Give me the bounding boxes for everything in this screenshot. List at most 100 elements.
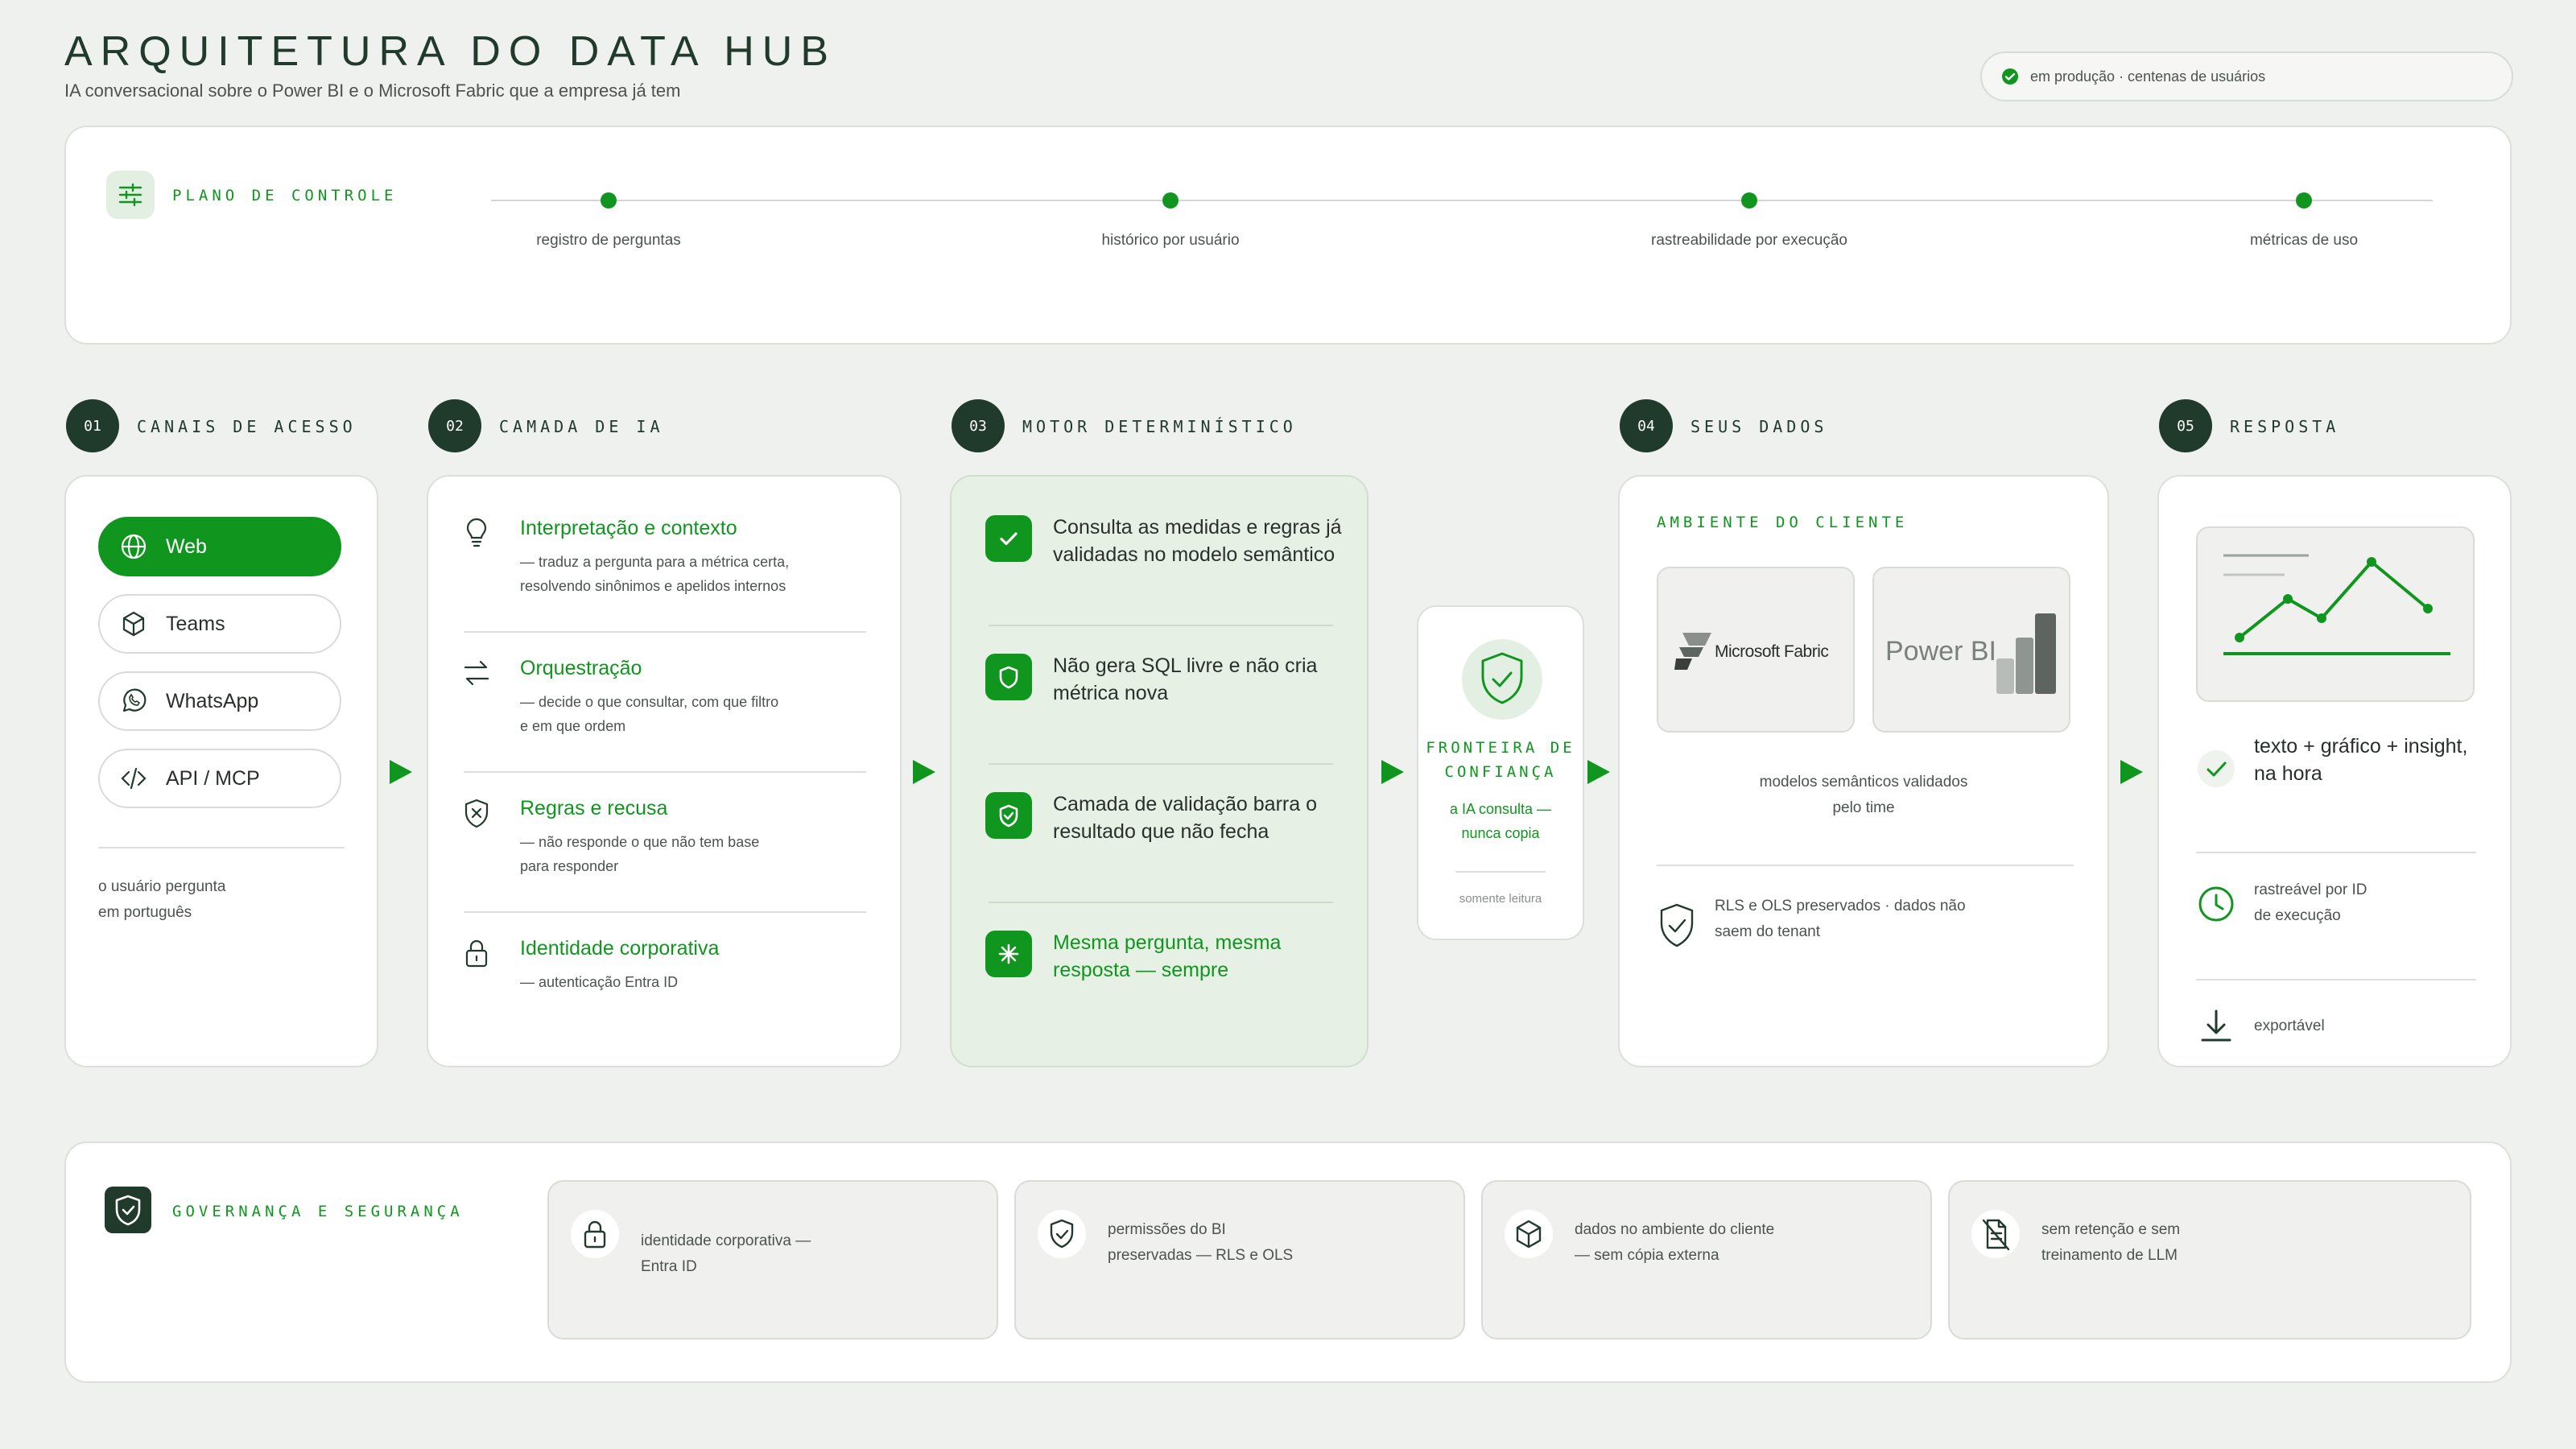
engine-item: Camada de validação barra o resultado que… bbox=[985, 791, 1356, 845]
response-panel: texto + gráfico + insight, na hora rastre… bbox=[2157, 475, 2512, 1067]
swap-arrows-icon bbox=[464, 660, 489, 686]
channel-label: Teams bbox=[166, 612, 225, 635]
page-title: ARQUITETURA DO DATA HUB bbox=[64, 28, 837, 75]
page-subtitle: IA conversacional sobre o Power BI e o M… bbox=[64, 80, 681, 101]
rls-caption: RLS e OLS preservados · dados não saem do… bbox=[1715, 898, 1966, 940]
step-label: RESPOSTA bbox=[2230, 417, 2340, 436]
timeline-label: histórico por usuário bbox=[1101, 232, 1240, 249]
divider bbox=[989, 763, 1333, 765]
powerbi-logo-icon bbox=[1996, 613, 2056, 694]
shield-check-icon bbox=[1462, 639, 1542, 720]
timeline-label: rastreabilidade por execução bbox=[1651, 232, 1847, 249]
code-icon bbox=[121, 767, 147, 790]
line-chart-icon bbox=[2223, 554, 2450, 655]
step-label: CANAIS DE ACESSO bbox=[137, 417, 357, 436]
step-number: 04 bbox=[1620, 399, 1673, 452]
globe-icon bbox=[121, 534, 147, 559]
box-icon bbox=[1505, 1210, 1553, 1258]
ai-item-rules: Regras e recusa — não responde o que não … bbox=[460, 797, 863, 878]
control-plane-panel: PLANO DE CONTROLE registro de perguntas … bbox=[64, 126, 2512, 345]
ai-item-orchestration: Orquestração — decide o que consultar, co… bbox=[460, 657, 863, 738]
governance-tile-identity: identidade corporativa — Entra ID bbox=[547, 1180, 998, 1340]
step-label: MOTOR DETERMINÍSTICO bbox=[1022, 417, 1297, 436]
ai-layer-panel: Interpretação e contexto — traduz a pergu… bbox=[427, 475, 902, 1067]
response-main: texto + gráfico + insight, na hora bbox=[2254, 735, 2468, 785]
status-badge: em produção · centenas de usuários bbox=[1980, 52, 2513, 101]
ai-item-identity: Identidade corporativa — autenticação Ent… bbox=[460, 937, 863, 994]
engine-item: Consulta as medidas e regras já validadas… bbox=[985, 514, 1356, 568]
divider bbox=[1657, 865, 2074, 866]
engine-item: Não gera SQL livre e não cria métrica nov… bbox=[985, 652, 1356, 707]
flow-arrow-icon bbox=[1587, 760, 1610, 784]
teams-icon bbox=[122, 611, 145, 637]
divider bbox=[464, 771, 866, 773]
no-document-icon bbox=[1971, 1210, 2020, 1258]
timeline-dot bbox=[2296, 192, 2312, 208]
step-number: 05 bbox=[2159, 399, 2212, 452]
data-panel: AMBIENTE DO CLIENTE Microsoft Fabric Pow… bbox=[1618, 475, 2109, 1067]
trust-boundary-panel: FRONTEIRA DE CONFIANÇA a IA consulta — nun… bbox=[1417, 605, 1584, 940]
asterisk-icon bbox=[985, 931, 1032, 977]
channel-web-button[interactable]: Web bbox=[98, 517, 341, 576]
flow-arrow-icon bbox=[913, 760, 935, 784]
trust-subtitle: a IA consulta — nunca copia bbox=[1449, 801, 1552, 841]
trust-note: somente leitura bbox=[1459, 892, 1542, 906]
lightbulb-icon bbox=[466, 518, 487, 547]
trust-title: FRONTEIRA DE CONFIANÇA bbox=[1426, 739, 1575, 781]
timeline-dot bbox=[1162, 192, 1179, 208]
step-number: 03 bbox=[952, 399, 1005, 452]
step-label: SEUS DADOS bbox=[1690, 417, 1828, 436]
divider bbox=[464, 911, 866, 913]
step-label: CAMADA DE IA bbox=[499, 417, 664, 436]
channel-label: Web bbox=[166, 535, 207, 558]
channel-label: WhatsApp bbox=[166, 689, 259, 712]
check-circle-icon bbox=[2002, 68, 2018, 85]
shield-icon bbox=[985, 654, 1032, 700]
response-export: exportável bbox=[2254, 1018, 2325, 1034]
divider bbox=[98, 847, 345, 848]
models-caption: modelos semânticos validados pelo time bbox=[1759, 774, 1968, 816]
divider bbox=[2196, 979, 2476, 980]
timeline-dot bbox=[601, 192, 617, 208]
lock-icon bbox=[465, 939, 488, 968]
ai-item-interpretation: Interpretação e contexto — traduz a pergu… bbox=[460, 517, 863, 598]
shield-check-icon bbox=[1038, 1210, 1086, 1258]
response-chart-preview bbox=[2196, 526, 2475, 702]
shield-check-icon bbox=[985, 792, 1032, 839]
response-trace: rastreável por ID de execução bbox=[2254, 881, 2368, 924]
engine-item: Mesma pergunta, mesma resposta — sempre bbox=[985, 929, 1356, 984]
fabric-logo-icon bbox=[1674, 633, 1711, 670]
governance-tile-environment: dados no ambiente do cliente — sem cópia … bbox=[1481, 1180, 1932, 1340]
flow-arrow-icon bbox=[1381, 760, 1404, 784]
divider bbox=[989, 902, 1333, 903]
timeline-label: registro de perguntas bbox=[536, 232, 681, 249]
step-number: 01 bbox=[66, 399, 119, 452]
control-plane-label: PLANO DE CONTROLE bbox=[172, 187, 398, 204]
lock-icon bbox=[571, 1210, 619, 1258]
step-number: 02 bbox=[428, 399, 481, 452]
channel-teams-button[interactable]: Teams bbox=[98, 594, 341, 654]
fabric-tile: Microsoft Fabric bbox=[1657, 567, 1855, 733]
environment-label: AMBIENTE DO CLIENTE bbox=[1657, 514, 1909, 531]
channels-note: o usuário pergunta em português bbox=[98, 878, 226, 921]
channel-whatsapp-button[interactable]: WhatsApp bbox=[98, 671, 341, 731]
clock-icon bbox=[2198, 886, 2234, 922]
sliders-icon bbox=[106, 171, 155, 219]
timeline-label: métricas de uso bbox=[2249, 232, 2359, 249]
shield-check-icon bbox=[1660, 903, 1694, 947]
engine-panel: Consulta as medidas e regras já validadas… bbox=[950, 475, 1368, 1067]
flow-arrow-icon bbox=[390, 760, 412, 784]
powerbi-tile: Power BI bbox=[1872, 567, 2070, 733]
shield-x-icon bbox=[464, 799, 489, 828]
divider bbox=[989, 625, 1333, 626]
governance-tile-permissions: permissões do BI preservadas — RLS e OLS bbox=[1014, 1180, 1465, 1340]
governance-shield-icon bbox=[105, 1187, 151, 1233]
flow-arrow-icon bbox=[2120, 760, 2143, 784]
channel-api-button[interactable]: API / MCP bbox=[98, 749, 341, 808]
divider bbox=[2196, 852, 2476, 853]
powerbi-label: Power BI bbox=[1885, 636, 1996, 667]
check-box-icon bbox=[985, 515, 1032, 562]
divider bbox=[464, 631, 866, 633]
whatsapp-icon bbox=[122, 688, 147, 712]
governance-label: GOVERNANÇA E SEGURANÇA bbox=[172, 1203, 464, 1220]
